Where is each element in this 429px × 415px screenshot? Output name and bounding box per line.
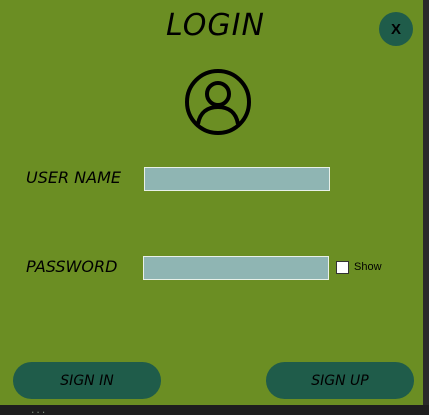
close-label: X — [390, 20, 401, 38]
sign-in-label: SIGN IN — [60, 372, 114, 389]
user-circle-icon — [185, 69, 251, 135]
show-password-checkbox[interactable] — [336, 261, 349, 274]
close-button[interactable]: X — [379, 12, 413, 46]
login-window: LOGIN X USER NAME PASSWORD Show SIGN IN … — [0, 0, 423, 405]
page-title: LOGIN — [166, 8, 265, 43]
sign-up-button[interactable]: SIGN UP — [266, 362, 414, 399]
password-field[interactable] — [143, 256, 329, 280]
sign-in-button[interactable]: SIGN IN — [13, 362, 161, 399]
show-password-label: Show — [354, 261, 382, 273]
background-text: ... — [30, 406, 47, 415]
background-strip: ... — [0, 405, 429, 415]
username-field[interactable] — [144, 167, 330, 191]
window-edge — [423, 0, 429, 415]
sign-up-label: SIGN UP — [311, 372, 369, 389]
username-label: USER NAME — [26, 168, 122, 187]
password-label: PASSWORD — [26, 257, 118, 276]
